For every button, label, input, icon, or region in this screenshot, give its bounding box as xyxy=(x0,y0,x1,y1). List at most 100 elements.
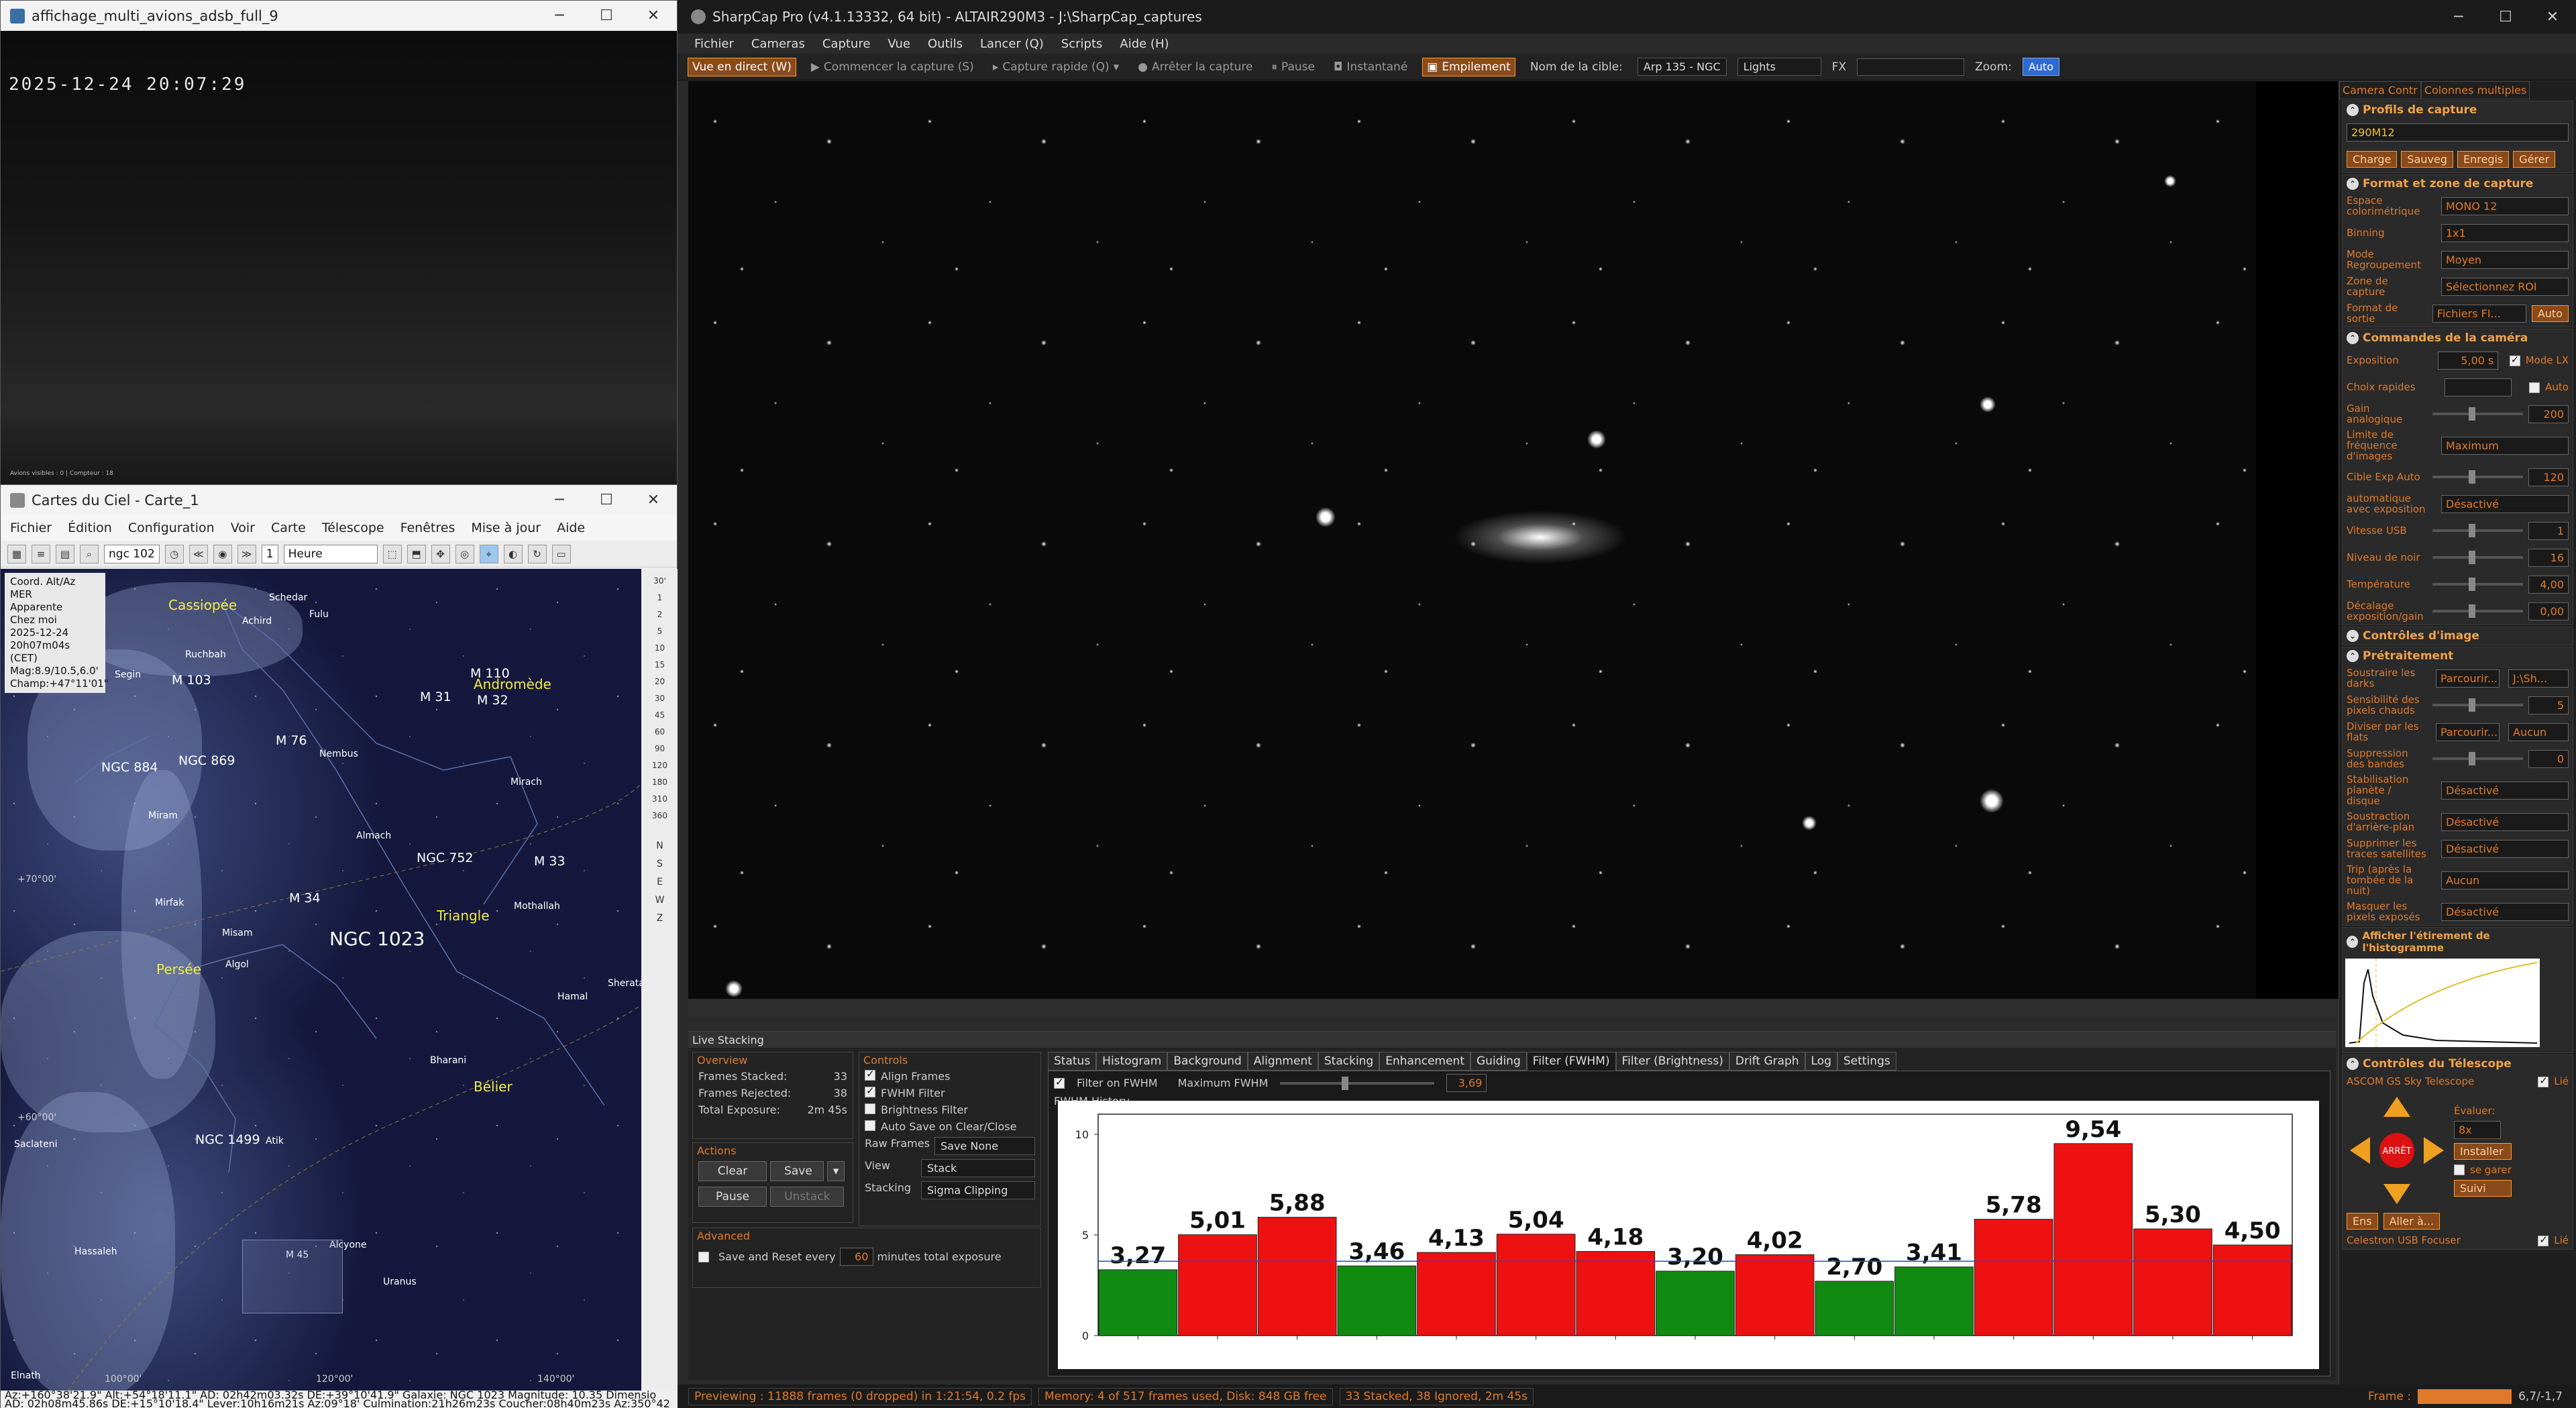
close-icon[interactable]: ✕ xyxy=(630,1,677,31)
object-label[interactable]: M 32 xyxy=(477,693,508,708)
tab-multi-column[interactable]: Colonnes multiples xyxy=(2420,81,2530,99)
collapse-icon[interactable]: ⌃ xyxy=(2347,650,2359,662)
zenith-icon[interactable]: Z xyxy=(641,913,678,924)
raw-frames-select[interactable]: Save None xyxy=(934,1137,1035,1155)
tab-camera-control[interactable]: Camera Contr xyxy=(2339,81,2421,99)
constellation-label[interactable]: Persée xyxy=(156,961,201,977)
output-format-select[interactable]: Fichiers FI... xyxy=(2432,304,2526,323)
screen-icon[interactable]: ▭ xyxy=(551,544,571,563)
telescope-icon[interactable]: ⌖ xyxy=(479,544,498,563)
object-label[interactable]: M 34 xyxy=(289,891,321,906)
pause-button[interactable]: ⏸ Pause xyxy=(1268,58,1320,76)
collapse-icon[interactable]: ⌃ xyxy=(2347,1058,2359,1070)
star-label[interactable]: Nembus xyxy=(319,749,358,759)
zoom-level[interactable]: 10 xyxy=(641,643,678,653)
step-back-icon[interactable]: ≪ xyxy=(189,544,208,563)
collapse-icon[interactable]: ⌃ xyxy=(2347,104,2359,116)
compass-s[interactable]: S xyxy=(641,859,678,869)
goto-button[interactable]: Aller à... xyxy=(2383,1213,2440,1230)
menu-edition[interactable]: Édition xyxy=(68,521,112,535)
pause-stacking-button[interactable]: Pause xyxy=(698,1187,767,1207)
telescope-link-checkbox[interactable] xyxy=(2538,1075,2549,1087)
satellite-select[interactable]: Désactivé xyxy=(2441,839,2569,858)
star-label[interactable]: Mothallah xyxy=(514,901,560,912)
image-scrollbar[interactable] xyxy=(688,999,2339,1018)
zoom-level[interactable]: 1 xyxy=(641,593,678,602)
zoom-level[interactable]: 310 xyxy=(641,794,678,804)
gain-value[interactable]: 200 xyxy=(2528,404,2569,423)
zone-select[interactable]: Sélectionnez ROI xyxy=(2441,277,2569,296)
select-icon[interactable]: ⬚ xyxy=(382,544,402,563)
bands-value[interactable]: 0 xyxy=(2528,749,2569,768)
menu-mise-a-jour[interactable]: Mise à jour xyxy=(471,521,541,535)
expand-icon[interactable]: ⌄ xyxy=(2347,630,2359,642)
fwhm-filter-checkbox[interactable] xyxy=(865,1085,875,1097)
quick-capture-button[interactable]: ▸ Capture rapide (Q) ▾ xyxy=(989,58,1123,76)
black-value[interactable]: 16 xyxy=(2528,548,2569,567)
rotate-icon[interactable]: ↻ xyxy=(527,544,547,563)
constellation-label[interactable]: Bélier xyxy=(474,1079,513,1095)
pan-icon[interactable]: ✥ xyxy=(431,544,450,563)
bands-slider[interactable] xyxy=(2432,752,2523,765)
star-label[interactable]: Schedar xyxy=(269,592,307,603)
star-label[interactable]: Misam xyxy=(222,928,252,938)
menu-fenetres[interactable]: Fenêtres xyxy=(400,521,455,535)
temperature-value[interactable]: 4,00 xyxy=(2528,575,2569,594)
colorspace-select[interactable]: MONO 12 xyxy=(2441,197,2569,215)
star-label[interactable]: Segin xyxy=(115,669,141,680)
collapse-icon[interactable]: ⌃ xyxy=(2347,178,2359,190)
darks-browse-button[interactable]: Parcourir... xyxy=(2436,669,2500,688)
zoom-level[interactable]: 120 xyxy=(641,761,678,770)
catalog-icon[interactable]: ▤ xyxy=(56,544,74,563)
frame-type-select[interactable]: Lights xyxy=(1737,58,1821,76)
max-fwhm-slider[interactable] xyxy=(1280,1076,1435,1090)
maximize-icon[interactable]: ☐ xyxy=(2482,0,2529,34)
chevron-down-icon[interactable]: ▾ xyxy=(827,1161,845,1181)
time-step-input[interactable]: 1 xyxy=(261,544,278,563)
menu-telescope[interactable]: Télescope xyxy=(322,521,384,535)
collapse-icon[interactable]: ⌃ xyxy=(2347,332,2359,344)
save-as-profile-button[interactable]: Enregis xyxy=(2457,150,2510,168)
save-button[interactable]: Save xyxy=(770,1161,824,1181)
usb-slider[interactable] xyxy=(2432,524,2523,537)
star-label[interactable]: Atik xyxy=(266,1136,284,1146)
zoom-area-icon[interactable]: ⬒ xyxy=(407,544,426,563)
compass-e[interactable]: E xyxy=(641,877,678,887)
zoom-level[interactable]: 90 xyxy=(641,744,678,753)
object-label[interactable]: NGC 752 xyxy=(417,851,474,865)
sky-chart[interactable]: Coord. Alt/Az MER Apparente Chez moi 202… xyxy=(1,569,641,1391)
mask-select[interactable]: Désactivé xyxy=(2441,902,2569,921)
object-label[interactable]: NGC 869 xyxy=(178,753,235,768)
clock-icon[interactable]: ◷ xyxy=(164,544,184,563)
star-label[interactable]: Bharani xyxy=(430,1055,466,1066)
calendar-icon[interactable]: ▦ xyxy=(7,544,26,563)
tab-drift-graph[interactable]: Drift Graph xyxy=(1729,1052,1805,1071)
list-icon[interactable]: ≡ xyxy=(32,544,50,563)
menu-fichier[interactable]: Fichier xyxy=(694,37,734,51)
star-label[interactable]: Algol xyxy=(225,959,249,970)
bg-subtraction-select[interactable]: Désactivé xyxy=(2441,812,2569,831)
zoom-level[interactable]: 180 xyxy=(641,777,678,787)
target-icon[interactable]: ◎ xyxy=(455,544,474,563)
black-slider[interactable] xyxy=(2432,551,2523,564)
hot-pixel-value[interactable]: 5 xyxy=(2528,696,2569,714)
compass-n[interactable]: N xyxy=(641,841,678,851)
maximize-icon[interactable]: ☐ xyxy=(583,485,630,515)
zoom-level[interactable]: 360 xyxy=(641,811,678,820)
flats-browse-button[interactable]: Parcourir... xyxy=(2436,722,2500,741)
constellation-label[interactable]: Triangle xyxy=(437,908,490,924)
time-unit-select[interactable]: Heure xyxy=(283,544,378,563)
brightness-filter-checkbox[interactable] xyxy=(865,1103,875,1114)
star-label[interactable]: Elnath xyxy=(11,1370,41,1381)
tab-filter-fwhm[interactable]: Filter (FWHM) xyxy=(1526,1052,1616,1071)
maximize-icon[interactable]: ☐ xyxy=(583,1,630,31)
install-button[interactable]: Installer xyxy=(2454,1142,2512,1160)
star-label[interactable]: Fulu xyxy=(309,609,329,620)
temp-slider[interactable] xyxy=(2432,578,2523,591)
tab-status[interactable]: Status xyxy=(1048,1052,1097,1071)
planet-label[interactable]: Uranus xyxy=(383,1277,417,1287)
star-label[interactable]: Miram xyxy=(148,810,178,821)
auto-expo-select[interactable]: Désactivé xyxy=(2441,494,2569,513)
live-camera-image[interactable] xyxy=(688,81,2256,999)
tab-guiding[interactable]: Guiding xyxy=(1470,1052,1527,1071)
